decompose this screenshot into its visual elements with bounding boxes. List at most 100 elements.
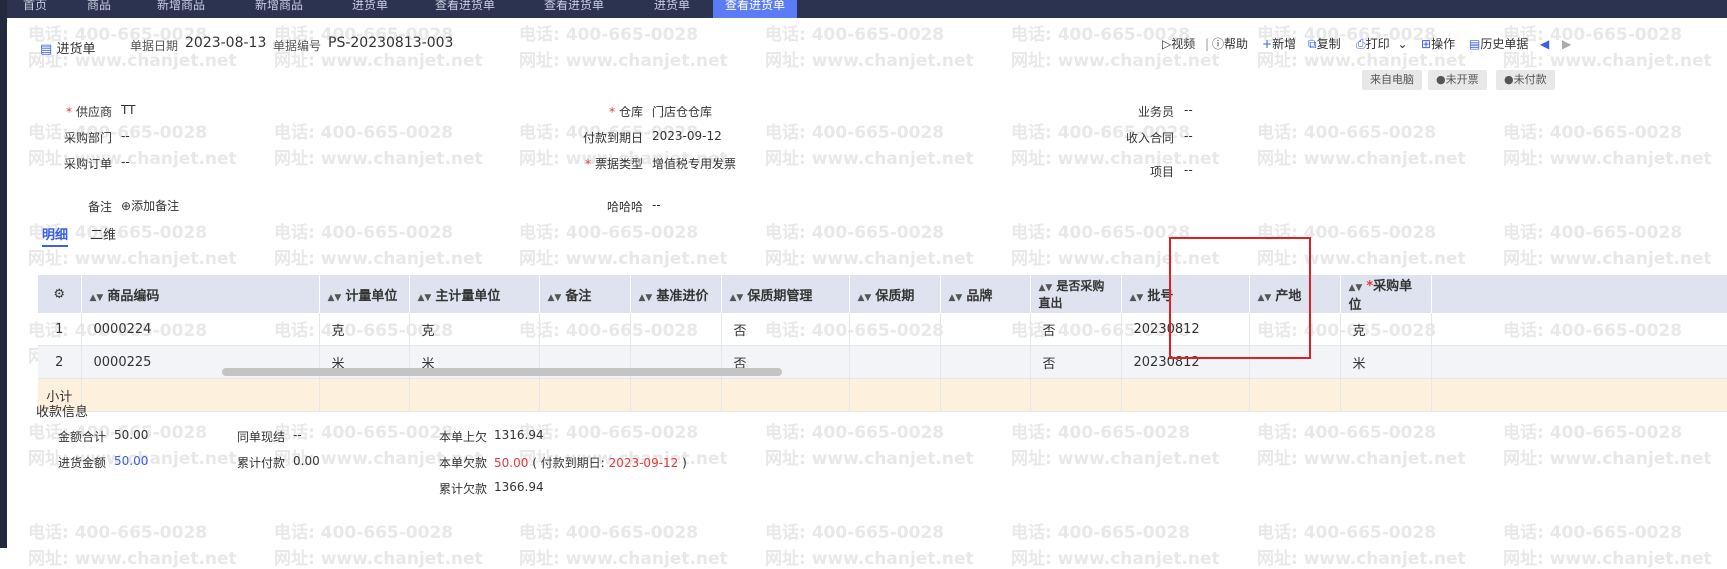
horizontal-scrollbar[interactable] (222, 368, 782, 376)
history-button[interactable]: ▤历史单据 (1469, 36, 1528, 52)
hhh-value[interactable]: -- (652, 198, 661, 212)
payment-section-title: 收款信息 (36, 405, 89, 420)
cell-shelf[interactable] (849, 345, 941, 379)
column-settings[interactable]: ⚙ (38, 275, 82, 313)
col-price[interactable]: ▲▼ 基准进价 (630, 275, 722, 313)
sort-icon[interactable]: ▲▼ (730, 293, 744, 303)
col-shelf[interactable]: ▲▼ 保质期 (849, 275, 941, 313)
watermark-phone: 电话: 400-665-0028 (274, 223, 454, 243)
cell-direct[interactable]: 否 (1030, 313, 1122, 346)
left-nav-bar (0, 0, 7, 548)
next-icon[interactable]: ▶ (1562, 36, 1571, 52)
col-note[interactable]: ▲▼ 备注 (539, 275, 631, 313)
watermark-phone: 电话: 400-665-0028 (1011, 523, 1191, 543)
sort-icon[interactable]: ▲▼ (548, 293, 562, 303)
supplier-value[interactable]: TT (121, 103, 135, 117)
help-icon: ⓘ (1212, 37, 1225, 51)
tab-new-goods-1[interactable]: 新增商品 (157, 0, 205, 18)
cum-paid-label: 累计付款 (237, 456, 286, 470)
col-code[interactable]: ▲▼ 商品编码 (81, 275, 320, 313)
add-note-link[interactable]: ⊕添加备注 (121, 197, 179, 214)
cell-price[interactable] (630, 313, 722, 346)
sort-icon[interactable]: ▲▼ (949, 293, 963, 303)
tab-detail[interactable]: 明细 (42, 224, 69, 247)
project-value[interactable]: -- (1184, 163, 1193, 177)
table-row[interactable]: 1 0000224 克 克 否 否 20230812 克 (38, 313, 1727, 346)
tab-2d[interactable]: 二维 (90, 224, 116, 243)
tab-view-purchase-active[interactable]: 查看进货单 (713, 0, 798, 18)
tab-view-purchase-1[interactable]: 查看进货单 (435, 0, 495, 18)
cell-code[interactable]: 0000224 (81, 313, 320, 346)
cell-main-unit[interactable]: 克 (409, 313, 540, 346)
col-main-unit[interactable]: ▲▼ 主计量单位 (409, 275, 540, 313)
video-button[interactable]: ▷视频 (1162, 36, 1195, 52)
watermark-phone: 电话: 400-665-0028 (1257, 123, 1437, 143)
invoice-type-label: * 票据类型 (585, 157, 643, 171)
note-label: 备注 (87, 200, 112, 214)
watermark-site: 网址: www.chanjet.net (519, 51, 728, 71)
watermark-phone: 电话: 400-665-0028 (765, 523, 945, 543)
cell-purchase-unit[interactable]: 米 (1340, 345, 1432, 379)
cell-brand[interactable] (940, 313, 1031, 346)
sort-icon[interactable]: ▲▼ (1349, 283, 1363, 293)
gear-icon[interactable]: ⚙ (53, 287, 65, 302)
warehouse-value[interactable]: 门店仓仓库 (652, 103, 712, 120)
cell-brand[interactable] (940, 345, 1031, 379)
cell-direct[interactable]: 否 (1030, 345, 1122, 379)
col-shelf-mgmt[interactable]: ▲▼ 保质期管理 (721, 275, 850, 313)
watermark-phone: 电话: 400-665-0028 (1257, 523, 1437, 543)
detail-table: ⚙ ▲▼ 商品编码 ▲▼ 计量单位 ▲▼ 主计量单位 ▲▼ 备注 ▲▼ 基准进价 ▲▼ 保质… (38, 275, 1727, 412)
print-button[interactable]: ⎙打印 ⌄ (1356, 36, 1408, 52)
watermark-phone: 电话: 400-665-0028 (519, 423, 699, 443)
prev-owe-value: 1316.94 (494, 428, 544, 442)
plus-circle-icon: ⊕ (121, 199, 132, 213)
add-button[interactable]: +新增 (1262, 36, 1296, 52)
tab-view-purchase-2[interactable]: 查看进货单 (544, 0, 604, 18)
col-brand[interactable]: ▲▼ 品牌 (940, 275, 1031, 313)
watermark-phone: 电话: 400-665-0028 (765, 423, 945, 443)
col-purchase-unit[interactable]: ▲▼ *采购单位 (1340, 275, 1432, 313)
sort-icon[interactable]: ▲▼ (90, 293, 104, 303)
tab-goods[interactable]: 商品 (87, 0, 111, 18)
sort-icon[interactable]: ▲▼ (328, 293, 342, 303)
copy-button[interactable]: ⧉复制 (1308, 36, 1341, 52)
contract-value[interactable]: -- (1184, 129, 1193, 143)
dept-value[interactable]: -- (121, 129, 130, 143)
highlight-box (1169, 237, 1311, 359)
due-date-value[interactable]: 2023-09-12 (652, 129, 722, 143)
watermark-phone: 电话: 400-665-0028 (1503, 25, 1683, 45)
cell-unit[interactable]: 克 (319, 313, 410, 346)
watermark-site: 网址: www.chanjet.net (765, 51, 974, 71)
sort-icon[interactable]: ▲▼ (858, 293, 872, 303)
col-direct[interactable]: ▲▼ 是否采购直出 (1030, 275, 1122, 313)
sort-icon[interactable]: ▲▼ (418, 293, 432, 303)
cum-paid-value: 0.00 (293, 454, 320, 468)
cell-note[interactable] (539, 313, 631, 346)
tab-home[interactable]: 首页 (23, 0, 47, 18)
salesman-value[interactable]: -- (1184, 103, 1193, 117)
warehouse-label: * 仓库 (609, 105, 643, 119)
cell-shelf[interactable] (849, 313, 941, 346)
tab-new-goods-2[interactable]: 新增商品 (255, 0, 303, 18)
chevron-down-icon: ⌄ (1397, 37, 1408, 51)
sort-icon[interactable]: ▲▼ (639, 293, 653, 303)
sort-icon[interactable]: ▲▼ (1039, 283, 1053, 293)
purchase-amount-value[interactable]: 50.00 (114, 454, 148, 468)
operate-button[interactable]: ⊞操作 (1421, 36, 1455, 52)
plus-icon: + (1262, 37, 1273, 51)
sort-icon[interactable]: ▲▼ (1130, 293, 1144, 303)
cell-shelf-mgmt[interactable]: 否 (721, 313, 850, 346)
owe-due-value: 2023-09-12 (608, 456, 679, 470)
document-title: ▤ 进货单 (40, 42, 96, 57)
prev-icon[interactable]: ◀ (1540, 36, 1549, 52)
copy-icon: ⧉ (1308, 37, 1317, 51)
order-value[interactable]: -- (121, 155, 130, 169)
invoice-type-value[interactable]: 增值税专用发票 (652, 155, 736, 172)
tab-purchase-1[interactable]: 进货单 (352, 0, 388, 18)
tab-purchase-2[interactable]: 进货单 (654, 0, 690, 18)
info-icon: ● (1436, 73, 1446, 86)
col-unit[interactable]: ▲▼ 计量单位 (319, 275, 410, 313)
source-badge: 来自电脑 (1362, 70, 1422, 90)
help-button[interactable]: ⓘ帮助 (1212, 36, 1248, 52)
cell-purchase-unit[interactable]: 克 (1340, 313, 1432, 346)
